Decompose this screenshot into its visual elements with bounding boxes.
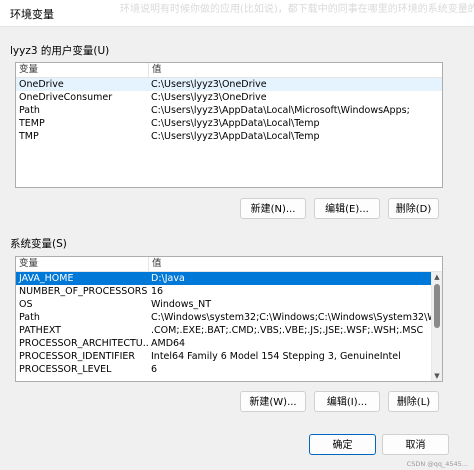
- var-name: JAVA_HOME: [19, 273, 74, 284]
- user-var-row-path[interactable]: Path C:\Users\lyyz3\AppData\Local\Micros…: [16, 104, 442, 117]
- user-delete-button[interactable]: 删除(D): [388, 198, 439, 219]
- title-bar: 环境说明有时候你做的应用(比如说)，都下载中的同事在哪里的环境的系统变量的值 环…: [0, 0, 474, 27]
- var-name: Path: [19, 105, 40, 116]
- user-var-row-onedriveconsumer[interactable]: OneDriveConsumer C:\Users\lyyz3\OneDrive: [16, 91, 442, 104]
- var-value: C:\Users\lyyz3\OneDrive: [151, 92, 267, 103]
- var-name: PROCESSOR_LEVEL: [19, 364, 112, 375]
- var-value: Windows_NT: [151, 299, 212, 310]
- scroll-up-arrow-icon[interactable]: ▲: [432, 272, 442, 282]
- var-name: PROCESSOR_ARCHITECTU...: [19, 338, 148, 349]
- system-edit-button[interactable]: 编辑(I)...: [314, 391, 380, 412]
- system-var-row-processor-architecture[interactable]: PROCESSOR_ARCHITECTU... AMD64: [16, 337, 431, 350]
- var-name: NUMBER_OF_PROCESSORS: [19, 286, 148, 297]
- user-variables-list[interactable]: 变量 值 OneDrive C:\Users\lyyz3\OneDrive On…: [15, 62, 443, 188]
- scroll-down-arrow-icon[interactable]: ▼: [432, 371, 442, 381]
- system-var-row-path[interactable]: Path C:\Windows\system32;C:\Windows;C:\W…: [16, 311, 431, 324]
- cancel-button[interactable]: 取消: [382, 434, 449, 455]
- user-var-row-temp[interactable]: TEMP C:\Users\lyyz3\AppData\Local\Temp: [16, 117, 442, 130]
- var-name: OneDrive: [19, 79, 64, 90]
- var-value: C:\Windows\system32;C:\Windows;C:\Window…: [151, 312, 431, 323]
- var-name: OneDriveConsumer: [19, 92, 113, 103]
- column-header-value[interactable]: 值: [149, 63, 442, 77]
- user-variables-label: lyyz3 的用户变量(U): [10, 45, 110, 57]
- var-name: PATHEXT: [19, 325, 61, 336]
- var-name: PROCESSOR_IDENTIFIER: [19, 351, 136, 362]
- system-delete-button[interactable]: 删除(L): [388, 391, 439, 412]
- column-header-value[interactable]: 值: [149, 257, 442, 271]
- var-name: OS: [19, 299, 33, 310]
- watermark: CSDN @qq_4545...: [406, 460, 468, 468]
- system-rows-container: JAVA_HOME D:\Java NUMBER_OF_PROCESSORS 1…: [16, 272, 431, 376]
- var-value: C:\Users\lyyz3\AppData\Local\Microsoft\W…: [151, 105, 410, 116]
- ok-button[interactable]: 确定: [309, 434, 376, 455]
- user-var-row-onedrive[interactable]: OneDrive C:\Users\lyyz3\OneDrive: [16, 78, 442, 91]
- var-name: TEMP: [19, 118, 45, 129]
- column-header-name[interactable]: 变量: [16, 257, 149, 271]
- user-new-button[interactable]: 新建(N)...: [240, 198, 306, 219]
- var-name: Path: [19, 312, 40, 323]
- system-var-row-java-home[interactable]: JAVA_HOME D:\Java: [16, 272, 431, 285]
- system-var-row-number-of-processors[interactable]: NUMBER_OF_PROCESSORS 16: [16, 285, 431, 298]
- system-list-header: 变量 值: [16, 257, 442, 272]
- system-var-row-processor-level[interactable]: PROCESSOR_LEVEL 6: [16, 363, 431, 376]
- background-window-text: 环境说明有时候你做的应用(比如说)，都下载中的同事在哪里的环境的系统变量的值: [120, 4, 474, 15]
- system-var-row-os[interactable]: OS Windows_NT: [16, 298, 431, 311]
- var-name: TMP: [19, 131, 39, 142]
- system-variables-list[interactable]: 变量 值 JAVA_HOME D:\Java NUMBER_OF_PROCESS…: [15, 256, 443, 382]
- system-var-row-pathext[interactable]: PATHEXT .COM;.EXE;.BAT;.CMD;.VBS;.VBE;.J…: [16, 324, 431, 337]
- var-value: C:\Users\lyyz3\AppData\Local\Temp: [151, 118, 320, 129]
- var-value: C:\Users\lyyz3\AppData\Local\Temp: [151, 131, 320, 142]
- scrollbar-thumb[interactable]: [434, 284, 440, 328]
- var-value: C:\Users\lyyz3\OneDrive: [151, 79, 267, 90]
- var-value: D:\Java: [151, 273, 185, 284]
- user-var-row-tmp[interactable]: TMP C:\Users\lyyz3\AppData\Local\Temp: [16, 130, 442, 143]
- system-var-row-processor-identifier[interactable]: PROCESSOR_IDENTIFIER Intel64 Family 6 Mo…: [16, 350, 431, 363]
- var-value: 6: [151, 364, 158, 375]
- column-header-name[interactable]: 变量: [16, 63, 149, 77]
- var-value: Intel64 Family 6 Model 154 Stepping 3, G…: [151, 351, 401, 362]
- user-edit-button[interactable]: 编辑(E)...: [314, 198, 380, 219]
- system-new-button[interactable]: 新建(W)...: [240, 391, 306, 412]
- var-value: AMD64: [151, 338, 186, 349]
- system-list-scrollbar[interactable]: ▲ ▼: [431, 272, 442, 381]
- var-value: .COM;.EXE;.BAT;.CMD;.VBS;.VBE;.JS;.JSE;.…: [151, 325, 424, 336]
- system-variables-label: 系统变量(S): [10, 238, 67, 250]
- user-list-header: 变量 值: [16, 63, 442, 78]
- window-title: 环境变量: [10, 8, 54, 21]
- var-value: 16: [151, 286, 164, 297]
